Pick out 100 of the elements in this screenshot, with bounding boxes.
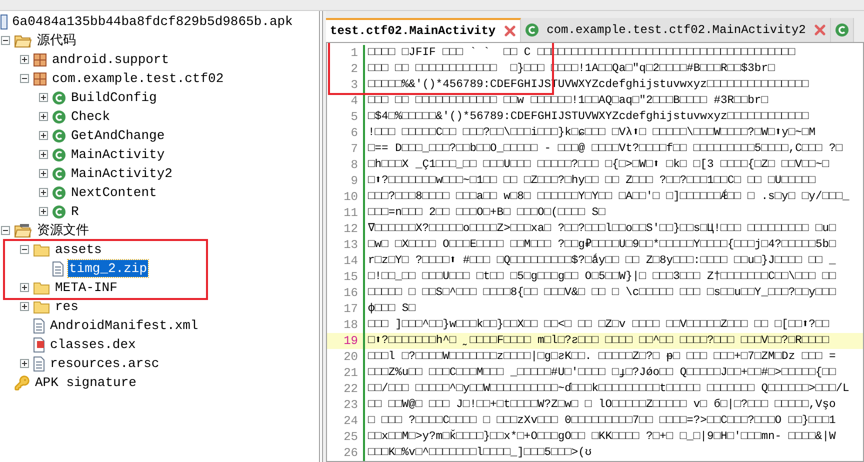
line-number: 17 bbox=[342, 302, 359, 316]
line-number: 15 bbox=[342, 270, 359, 284]
close-icon[interactable] bbox=[504, 25, 516, 37]
code-line: □w□ □X□□□□ O□□□E□□□□ □□M□□□ ?□□g₽□□□□U□9□□*□□□□□Y□□□□{□□□j□4?□□□□□5b□ bbox=[367, 238, 836, 252]
expand-toggle[interactable] bbox=[38, 131, 48, 140]
code-line: □□ □□W@□ □□□ J□!□□+□t□□□□W?Z□w□ □ lO□□□□□Z□□□□□ v□ б□|□?□□□ □□□□□,Vşo bbox=[367, 398, 836, 412]
expand-toggle[interactable] bbox=[38, 188, 48, 197]
line-number: 13 bbox=[342, 238, 359, 252]
code-line: ф□□□ S□ bbox=[367, 302, 416, 316]
line-number: 21 bbox=[342, 366, 359, 380]
line-number: 23 bbox=[342, 398, 359, 412]
expand-toggle[interactable] bbox=[38, 93, 48, 102]
line-number: 6 bbox=[350, 126, 359, 140]
tree-item[interactable]: timg_2.zip bbox=[68, 260, 148, 277]
code-line: □□□Z%u□□ □□□C□□□M□□□ _□□□□□#U□'□□□□ □ɟ□?Jǿo□□ Q□□□□□J□□+□□#□>□□□□□{□□ bbox=[367, 366, 836, 380]
line-number: 2 bbox=[350, 62, 359, 76]
class-icon bbox=[52, 128, 66, 142]
line-number: 9 bbox=[350, 174, 359, 188]
open-folder-icon bbox=[14, 32, 32, 48]
document-icon bbox=[33, 318, 45, 334]
tree-item[interactable]: Check bbox=[70, 108, 112, 125]
line-number: 10 bbox=[342, 190, 359, 204]
class-icon bbox=[524, 23, 539, 37]
key-icon bbox=[14, 374, 30, 390]
class-icon bbox=[52, 148, 66, 162]
expand-toggle[interactable] bbox=[20, 74, 28, 83]
editor-tab[interactable]: test.ctf02.MainActivity bbox=[326, 18, 521, 42]
code-line: □□□ □□ □□□□□□□□□□□□ □□w □□□□□□!1□□AQ□aq□"2□□□B□□□□ #3R□□br□ bbox=[367, 94, 768, 108]
tree-item[interactable]: MainActivity2 bbox=[70, 165, 174, 182]
tree-item[interactable]: R bbox=[70, 203, 80, 220]
code-line: □□x□□M□>y?m□ǩ□□□□}□□x*□+O□□□gO□□ □KK□□□□ ?□+□ □_□|9□H□'□□□mn- □□□□&|W bbox=[367, 430, 836, 444]
expand-toggle[interactable] bbox=[38, 112, 48, 121]
tree-item[interactable]: 6a0484a135bb44ba8fdcf829b5d9865b.apk bbox=[12, 12, 293, 32]
tree-item[interactable]: 资源文件 bbox=[36, 222, 90, 239]
code-line: □⬆?□□□□□□□w□□□~□1□□ □□ □Z□□□?□hy□□ □□ Z□□□ ?□□?□□□1□□C□ □□ □U□□□□□ bbox=[367, 174, 816, 188]
class-icon bbox=[52, 90, 66, 104]
line-number: 12 bbox=[342, 222, 359, 236]
line-number: 11 bbox=[342, 206, 359, 220]
code-line: !□□□ □□□□□C□□ □□□?□□\□□□i□□□}k□ɕ□□□ □Vλ⬆□ □□□□□\□□□W□□□□?□W□⬆y□~□M bbox=[367, 126, 816, 140]
code-line: □== D□□□_□□□?□□b□□O_□□□□□ - □□□@ □□□□Vt?□□□□f□□ □□□□□□□□□5□□□□,C□□□ ?□ bbox=[367, 142, 843, 156]
class-icon bbox=[52, 166, 66, 180]
tree-item[interactable]: android.support bbox=[51, 51, 170, 68]
file-icon bbox=[0, 14, 8, 30]
expand-toggle[interactable] bbox=[20, 283, 28, 292]
editor-tab[interactable]: com.example.test.ctf02.MainActivity2 bbox=[520, 18, 831, 42]
expand-toggle[interactable] bbox=[38, 207, 48, 216]
tree-item[interactable]: res bbox=[54, 298, 80, 315]
expand-toggle[interactable] bbox=[20, 55, 28, 64]
code-line: □□/□□□ □□□□□^□y□□W□□□□□□□□□□~ɗ□□□k□□□□□□□□□t□□□□□ □□□□□□□ Q□□□□□□>□□□/L bbox=[367, 382, 850, 396]
package-icon bbox=[33, 52, 47, 66]
code-line: □!□□_□□ □□□U□□□ □t□□ □5□g□□□g□□ O□5□□W}|□ □□□3□□□ Z†□□□□□□□C□□\□□□ □□ bbox=[367, 270, 836, 284]
tree-item[interactable]: com.example.test.ctf02 bbox=[51, 70, 225, 87]
code-line: □h□□□X _Ç1□□□_□□ □□□U□□□ □□□□□?□□□ □{□>□W□⬆ □k□ □[3 □□□□{□Z□ □□V□□~□ bbox=[367, 158, 830, 172]
expand-toggle[interactable] bbox=[20, 245, 28, 254]
tree-item[interactable]: MainActivity bbox=[70, 146, 166, 163]
tree-item[interactable]: classes.dex bbox=[49, 336, 137, 353]
line-number: 20 bbox=[342, 350, 359, 364]
code-line: □□□K□%v□^□□□□□□□l□□□□_]□□□5□□□>(ʊ bbox=[367, 446, 592, 460]
code-line: □□□=n□□□ 2□□ □□□O□+B□ □□□O□(□□□□ S□ bbox=[367, 206, 606, 220]
tree-item[interactable]: META-INF bbox=[54, 279, 118, 296]
line-number: 4 bbox=[350, 94, 359, 108]
folder-icon bbox=[33, 242, 50, 256]
package-icon bbox=[33, 72, 47, 86]
code-line: □□□□□ □ □□S□^□□□ □□□□8{□□ □□□V&□ □□ □ \c□□□□□ □□□ □s□□u□□Y_□□□?□□y□□□ bbox=[367, 286, 836, 300]
editor-tab[interactable] bbox=[830, 18, 854, 42]
expand-toggle[interactable] bbox=[0, 36, 10, 45]
line-number: 5 bbox=[350, 110, 359, 124]
code-line: □⬆?□□□□□□□h^□ ˷□□□□F□□□□ m□l□?ƨ□□□ □□□□ □□^□□ □□□□?□□□ □□□V□□?□R□□□□ bbox=[367, 334, 830, 348]
line-number: 3 bbox=[350, 78, 359, 92]
expand-toggle[interactable] bbox=[20, 359, 28, 368]
code-line: □□□l □?□□□□W□□□□□□□z□□□□|□g□ƨK□□. □□□□□Z□?□ ᵽ□ □□□ □□□+□7□ZM□Dz □□□ = bbox=[367, 350, 836, 364]
line-number: 24 bbox=[342, 414, 359, 428]
code-line: ∇□□□□□□X?□□□□□o□□□□Z>□□□xa□ ?□□?□□□l□□o□□S'□□}□□s□Ц!□□□ □□□□□□□□□ □u□ bbox=[367, 222, 836, 236]
expand-toggle[interactable] bbox=[20, 302, 28, 311]
tree-item[interactable]: assets bbox=[54, 241, 103, 258]
class-icon bbox=[834, 23, 849, 37]
folder-icon bbox=[33, 280, 50, 294]
open-folder-icon bbox=[14, 222, 32, 238]
expand-toggle[interactable] bbox=[38, 169, 48, 178]
document-icon bbox=[33, 336, 45, 352]
tree-item[interactable]: BuildConfig bbox=[70, 89, 158, 106]
expand-toggle[interactable] bbox=[0, 226, 10, 235]
tree-item[interactable]: APK signature bbox=[34, 374, 138, 391]
tree-item[interactable]: 源代码 bbox=[36, 32, 77, 49]
code-line: □ □□□ ?□□□□C□□□□ □ □□□zXv□□□ 0□□□□□□□□□7□□ □□□□=?>□□C□□□?□□□O □□}□□□1 bbox=[367, 414, 836, 428]
line-number: 26 bbox=[342, 446, 359, 460]
line-number: 18 bbox=[342, 318, 359, 332]
folder-icon bbox=[33, 300, 50, 314]
line-number: 25 bbox=[342, 430, 359, 444]
expand-toggle[interactable] bbox=[38, 150, 48, 159]
tree-item[interactable]: resources.arsc bbox=[49, 355, 160, 372]
class-icon bbox=[52, 204, 66, 218]
code-line: □□□ ]□□□^□□}w□□□k□□}□□X□□ □□<□ □□ □Z□v □□□□ □□V□□□□□Z□□□ □□ □[□□⬆?□□ bbox=[367, 318, 830, 332]
tree-item[interactable]: NextContent bbox=[70, 184, 158, 201]
class-icon bbox=[52, 186, 66, 200]
line-number: 7 bbox=[350, 142, 359, 156]
tree-item[interactable]: GetAndChange bbox=[70, 127, 166, 144]
tree-item[interactable]: AndroidManifest.xml bbox=[49, 317, 200, 334]
close-icon[interactable] bbox=[814, 24, 826, 36]
code-line: □$4□%□□□□□&'()*56789:CDEFGHIJSTUVWXYZcdefghijstuvwxyz□□□□□□□□□□□□ bbox=[367, 110, 809, 124]
